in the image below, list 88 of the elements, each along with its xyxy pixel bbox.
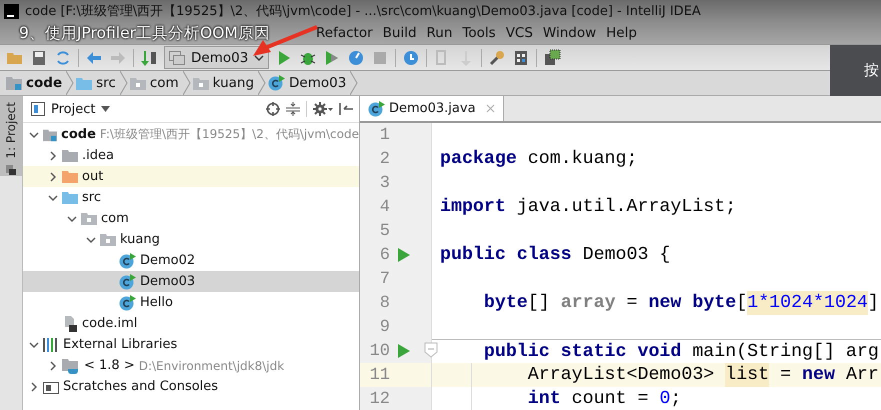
file-icon <box>62 316 78 332</box>
code-line: ArrayList<Demo03> list = new Arr <box>526 363 879 387</box>
dropdown-caret-icon[interactable] <box>101 106 110 112</box>
code-line: int count = 0; <box>526 388 682 410</box>
package-icon <box>192 76 209 90</box>
app-logo-icon <box>4 4 19 18</box>
video-caption: 9、使用JProfiler工具分析OOM原因 <box>19 22 270 44</box>
line-number: 9 <box>378 318 390 336</box>
code-line: byte[] array = new byte[1*1024*1024] <box>482 291 879 315</box>
class-icon <box>268 75 286 91</box>
menu-item[interactable]: Run <box>422 25 458 41</box>
class-icon <box>119 294 136 310</box>
tree-item[interactable]: External Libraries <box>23 334 359 355</box>
line-number: 3 <box>378 174 390 192</box>
editor-tab[interactable]: Demo03.java <box>360 96 504 121</box>
menu-item[interactable]: Refactor <box>311 25 378 41</box>
sdk-folder-icon <box>62 358 80 374</box>
run-gutter-icon[interactable] <box>398 344 410 358</box>
panel-title[interactable]: Project <box>51 102 96 116</box>
package-icon <box>100 233 116 246</box>
line-number: 6 <box>378 246 390 264</box>
code-line: public static void main(String[] arg <box>482 340 879 364</box>
line-number: 5 <box>378 222 390 240</box>
class-icon <box>368 100 385 116</box>
run-gutter-icon[interactable] <box>398 248 410 262</box>
class-icon <box>119 252 136 268</box>
menu-item[interactable]: Help <box>601 25 642 41</box>
tree-item[interactable]: code.iml <box>23 313 359 334</box>
scratches-icon <box>43 380 59 394</box>
tree-item[interactable]: < 1.8 > D:\Environment\jdk8\jdk <box>23 355 359 376</box>
windows-icon <box>169 50 185 64</box>
fold-marker-icon[interactable] <box>424 342 438 358</box>
breadcrumb[interactable]: code <box>6 71 76 95</box>
window-title: code [F:\班级管理\西开【19525】\2、代码\jvm\code] - ...\src\com\kuang\Demo03.java [code] - IntelliJ IDEA <box>25 3 701 20</box>
tree-item[interactable]: out <box>23 166 359 187</box>
tree-item[interactable]: src <box>23 187 359 208</box>
code-line: import java.util.ArrayList; <box>440 196 736 219</box>
build-icon[interactable] <box>140 48 158 66</box>
settings-icon[interactable] <box>313 102 333 116</box>
line-number: 4 <box>378 198 390 216</box>
line-number: 2 <box>378 150 390 168</box>
collapse-all-icon[interactable] <box>286 102 300 116</box>
profile-icon[interactable] <box>347 48 366 66</box>
tool-window-icon <box>6 164 16 175</box>
menu-item[interactable]: VCS <box>500 25 538 41</box>
project-view-icon <box>31 102 45 116</box>
tree-item[interactable]: .idea <box>23 145 359 166</box>
tree-item[interactable]: code F:\班级管理\西开【19525】\2、代码\jvm\code <box>23 124 359 145</box>
tree-item[interactable]: com <box>23 208 359 229</box>
tool-window-tab[interactable]: 1: Project <box>0 96 22 176</box>
breadcrumb[interactable]: com <box>130 71 193 95</box>
line-number: 11 <box>368 366 390 384</box>
breadcrumb[interactable]: Demo03 <box>268 71 360 95</box>
libraries-icon <box>43 338 59 352</box>
panel-text: 按 <box>864 61 879 80</box>
folder-icon <box>62 149 78 162</box>
module-icon <box>6 76 22 90</box>
breadcrumb[interactable]: src <box>76 71 130 95</box>
save-icon[interactable] <box>30 48 48 66</box>
menu-item[interactable]: Window <box>538 25 602 41</box>
tree-item[interactable]: kuang <box>23 229 359 250</box>
tree-item[interactable]: Hello <box>23 292 359 313</box>
folder-icon <box>62 170 78 183</box>
tree-item[interactable]: Scratches and Consoles <box>23 376 359 397</box>
line-number: 12 <box>368 390 390 408</box>
line-number: 8 <box>378 294 390 312</box>
menu-item[interactable]: Build <box>378 25 422 41</box>
hide-panel-icon[interactable] <box>339 102 353 116</box>
package-icon <box>81 212 97 225</box>
folder-icon <box>62 191 78 204</box>
line-number: 1 <box>378 126 390 144</box>
locate-icon[interactable] <box>266 102 280 116</box>
settings-icon[interactable] <box>488 48 506 66</box>
tree-item[interactable]: Demo02 <box>23 250 359 271</box>
breadcrumb[interactable]: kuang <box>192 71 268 95</box>
package-icon <box>130 76 146 90</box>
line-number: 7 <box>378 270 390 288</box>
sdk-manager-icon[interactable] <box>543 48 562 66</box>
tree-item[interactable]: Demo03 <box>23 271 359 292</box>
folder-icon <box>76 76 92 90</box>
code-line: public class Demo03 { <box>440 244 670 267</box>
caret-icon <box>254 54 264 62</box>
code-line: package com.kuang; <box>440 148 638 171</box>
class-icon <box>119 274 136 290</box>
line-number: 10 <box>368 342 390 360</box>
run-configuration-dropdown[interactable]: Demo03 <box>164 46 270 69</box>
module-icon <box>43 128 58 142</box>
menu-item[interactable]: Tools <box>457 25 501 41</box>
